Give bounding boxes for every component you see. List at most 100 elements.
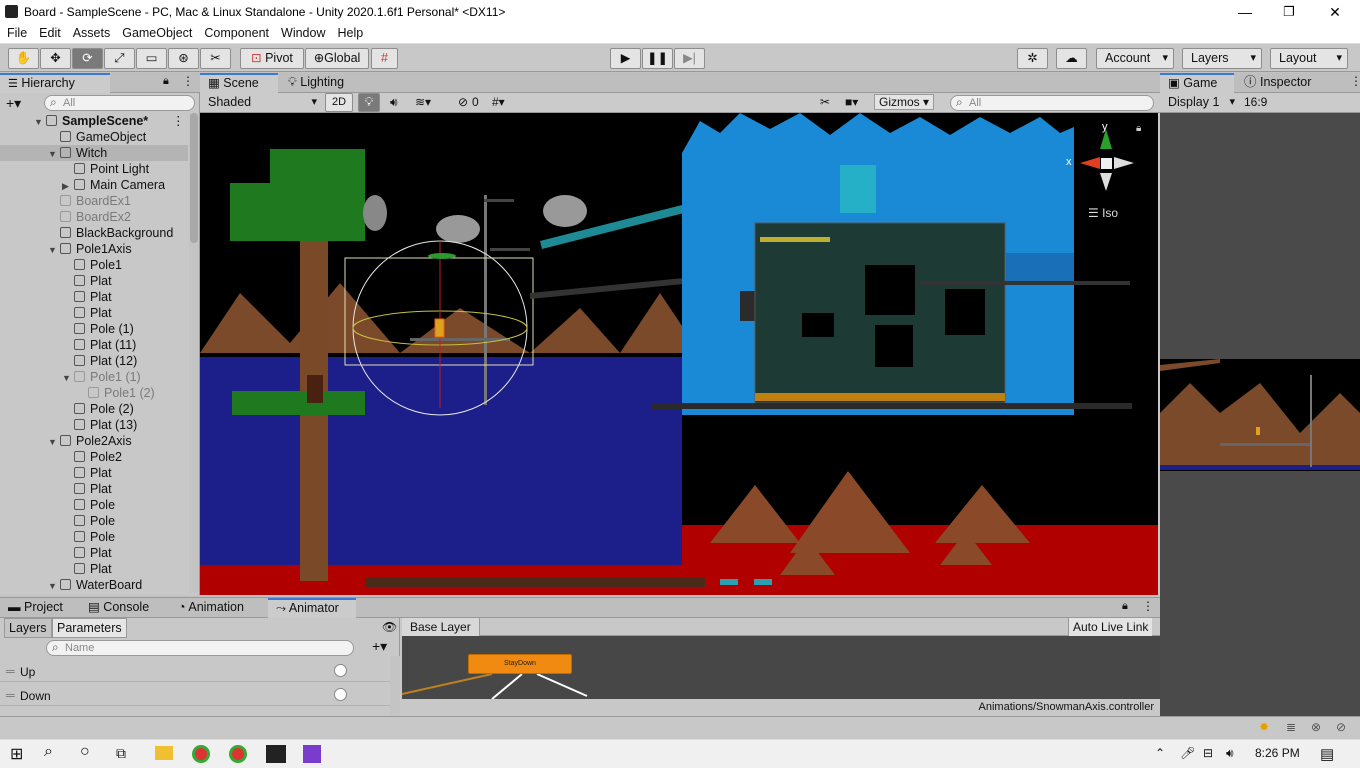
search-icon[interactable]: ⌕ bbox=[44, 743, 64, 761]
hierarchy-item[interactable]: Pole bbox=[0, 497, 188, 513]
shading-dropdown[interactable]: Shaded bbox=[200, 93, 322, 112]
gizmo-neg-x[interactable] bbox=[1114, 157, 1134, 169]
menu-help[interactable]: Help bbox=[330, 24, 368, 40]
2d-toggle[interactable]: 2D bbox=[325, 93, 353, 112]
tab-parameters[interactable]: Parameters bbox=[52, 618, 127, 638]
visual-studio-icon[interactable] bbox=[303, 745, 321, 763]
scene-search-input[interactable]: All bbox=[950, 95, 1154, 111]
hierarchy-item[interactable]: BoardEx2 bbox=[0, 209, 188, 225]
hierarchy-item[interactable]: ▶ Main Camera bbox=[0, 177, 188, 193]
visibility-eye-icon[interactable]: 👁︎ bbox=[382, 620, 397, 634]
tray-chevron-icon[interactable]: ⌃ bbox=[1155, 746, 1165, 760]
expand-arrow-icon[interactable]: ▶ bbox=[62, 178, 74, 194]
debug-icon[interactable]: ⊗ bbox=[1311, 720, 1321, 734]
cache-icon[interactable]: ≣ bbox=[1286, 720, 1296, 734]
display-dropdown[interactable]: Display 1 bbox=[1160, 93, 1240, 112]
expand-arrow-icon[interactable]: ▼ bbox=[48, 242, 60, 258]
hierarchy-item[interactable]: Point Light bbox=[0, 161, 188, 177]
audio-icon[interactable]: 🔊︎ bbox=[390, 95, 398, 110]
hand-tool-icon[interactable]: ✋ bbox=[8, 48, 39, 69]
collab-status-icon[interactable]: ⊘ bbox=[1336, 720, 1346, 734]
state-node[interactable]: StayDown bbox=[468, 654, 572, 674]
hierarchy-item[interactable]: Plat bbox=[0, 561, 188, 577]
parameter-search-input[interactable]: Name bbox=[46, 640, 354, 656]
parameter-toggle[interactable] bbox=[334, 688, 347, 701]
scrollbar-thumb[interactable] bbox=[190, 113, 198, 243]
expand-arrow-icon[interactable]: ▼ bbox=[48, 578, 60, 591]
grid-icon[interactable]: #▾ bbox=[492, 95, 505, 109]
gizmos-dropdown[interactable]: Gizmos ▾ bbox=[874, 94, 935, 110]
hierarchy-item[interactable]: Plat bbox=[0, 305, 188, 321]
tools-icon[interactable]: ✂ bbox=[820, 95, 830, 109]
parameters-scrollbar[interactable] bbox=[390, 656, 400, 717]
notifications-icon[interactable]: ▤ bbox=[1320, 745, 1334, 763]
parameter-row[interactable]: ═ Up bbox=[0, 660, 390, 682]
hierarchy-item[interactable]: Plat bbox=[0, 545, 188, 561]
menu-file[interactable]: File bbox=[0, 24, 32, 40]
tab-console[interactable]: ▤ Console bbox=[80, 598, 164, 618]
tab-layers[interactable]: Layers bbox=[4, 618, 52, 638]
effects-icon[interactable]: ≋▾ bbox=[415, 95, 431, 109]
scene-render[interactable] bbox=[200, 113, 1158, 595]
game-view[interactable] bbox=[1160, 113, 1360, 716]
parameter-row[interactable]: ═ Down bbox=[0, 684, 390, 706]
collab-icon[interactable]: ✲ bbox=[1017, 48, 1048, 69]
menu-assets[interactable]: Assets bbox=[66, 24, 116, 40]
windows-start-icon[interactable]: ⊞ bbox=[10, 744, 30, 763]
parameter-toggle[interactable] bbox=[334, 664, 347, 677]
tab-game[interactable]: ▣ Game bbox=[1160, 73, 1234, 93]
layout-dropdown[interactable]: Layout bbox=[1270, 48, 1348, 69]
hierarchy-item[interactable]: Plat (13) bbox=[0, 417, 188, 433]
witch-sprite[interactable] bbox=[434, 318, 445, 338]
gizmo-center[interactable] bbox=[1101, 158, 1112, 169]
animator-graph[interactable]: Base Layer Auto Live Link StayDown Anima… bbox=[402, 618, 1160, 717]
drag-handle-icon[interactable]: ═ bbox=[6, 688, 15, 702]
chrome-icon-2[interactable] bbox=[229, 745, 247, 763]
expand-arrow-icon[interactable]: ▼ bbox=[62, 370, 74, 386]
menu-gameobject[interactable]: GameObject bbox=[115, 24, 197, 40]
hierarchy-item[interactable]: Pole bbox=[0, 529, 188, 545]
file-explorer-icon[interactable] bbox=[155, 746, 173, 760]
menu-window[interactable]: Window bbox=[274, 24, 330, 40]
move-tool-icon[interactable]: ✥ bbox=[40, 48, 71, 69]
hierarchy-item[interactable]: Pole (1) bbox=[0, 321, 188, 337]
account-dropdown[interactable]: Account bbox=[1096, 48, 1174, 69]
drag-handle-icon[interactable]: ═ bbox=[6, 664, 15, 678]
scale-tool-icon[interactable]: ⤢ bbox=[104, 48, 135, 69]
tab-hierarchy[interactable]: ☰ Hierarchy bbox=[0, 73, 110, 93]
scene-menu-icon[interactable]: ⋮ bbox=[172, 113, 185, 129]
maximize-button[interactable]: ❐ bbox=[1266, 0, 1312, 24]
hierarchy-item[interactable]: ▼ Pole1Axis bbox=[0, 241, 188, 257]
expand-arrow-icon[interactable]: ▼ bbox=[34, 114, 46, 130]
hierarchy-item[interactable]: Plat (11) bbox=[0, 337, 188, 353]
more-menu-icon[interactable]: ⋮ bbox=[182, 74, 194, 88]
hierarchy-item[interactable]: GameObject bbox=[0, 129, 188, 145]
tab-project[interactable]: ▬ Project bbox=[0, 598, 78, 618]
expand-arrow-icon[interactable]: ▼ bbox=[48, 146, 60, 162]
tab-inspector[interactable]: ⓘ Inspector bbox=[1236, 73, 1328, 93]
network-icon[interactable]: ⊟ bbox=[1203, 746, 1213, 760]
hierarchy-item[interactable]: Pole1 bbox=[0, 257, 188, 273]
gizmo-x-axis[interactable] bbox=[1080, 157, 1100, 169]
gizmo-lock-icon[interactable]: 🔒︎ bbox=[1136, 123, 1141, 134]
cloud-icon[interactable]: ☁ bbox=[1056, 48, 1087, 69]
scene-viewport[interactable]: x y 🔒︎ ☰ Iso bbox=[200, 113, 1158, 595]
hierarchy-scrollbar[interactable] bbox=[189, 113, 199, 593]
volume-icon[interactable]: 🔊︎ bbox=[1226, 746, 1234, 761]
custom-tool-icon[interactable]: ✂ bbox=[200, 48, 231, 69]
task-view-icon[interactable]: ⧉ bbox=[116, 745, 136, 763]
lighting-progress-icon[interactable]: ✸ bbox=[1259, 720, 1269, 734]
scene-lighting-icon[interactable]: 💡︎ bbox=[358, 93, 380, 112]
hierarchy-item[interactable]: Pole (2) bbox=[0, 401, 188, 417]
clock-time[interactable]: 8:26 PM bbox=[1255, 746, 1300, 760]
bottom-menu-icon[interactable]: ⋮ bbox=[1142, 599, 1154, 613]
rotate-tool-icon[interactable]: ⟳ bbox=[72, 48, 103, 69]
add-parameter-icon[interactable]: +▾ bbox=[372, 638, 387, 655]
close-button[interactable]: ✕ bbox=[1312, 0, 1358, 24]
gizmo-neg-y[interactable] bbox=[1100, 173, 1112, 191]
cortana-icon[interactable]: ○ bbox=[80, 743, 100, 761]
lock-icon[interactable]: 🔒︎ bbox=[163, 75, 169, 88]
visibility-icon[interactable]: ⊘ bbox=[458, 95, 468, 109]
hierarchy-item[interactable]: Plat bbox=[0, 273, 188, 289]
breadcrumb-base-layer[interactable]: Base Layer bbox=[402, 618, 480, 636]
